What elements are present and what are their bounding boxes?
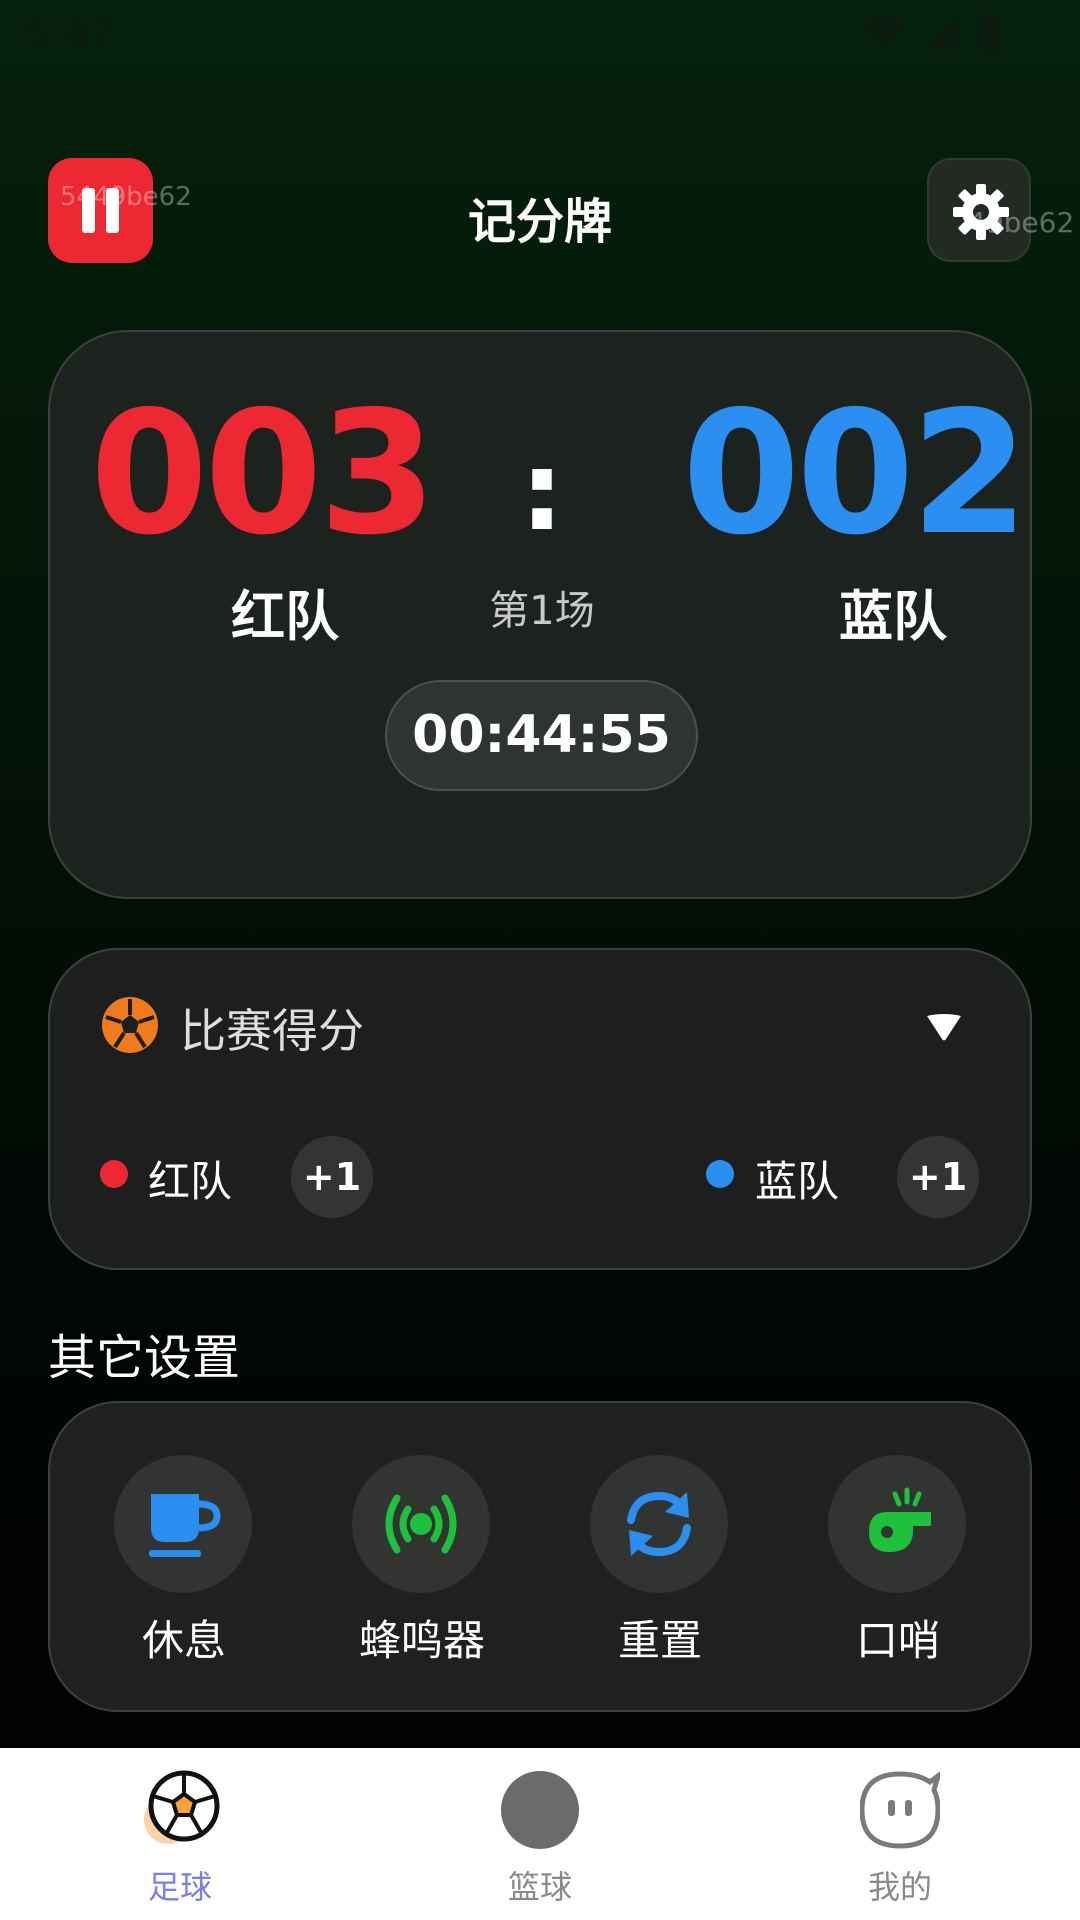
wifi-icon <box>864 17 904 49</box>
debug-overlay-right: 49be62 <box>968 206 1075 239</box>
battery-icon <box>979 14 999 51</box>
bottom-nav: 足球 篮球 我的 <box>0 1748 1080 1920</box>
coffee-cup-icon <box>149 1494 221 1557</box>
match-points-card: 比赛得分 红队 +1 蓝队 +1 <box>48 948 1032 1270</box>
points-red-team-label: 红队 <box>148 1157 233 1206</box>
signal-icon <box>926 17 958 49</box>
basketball-icon <box>501 1771 579 1849</box>
buzzer-label: 蜂鸣器 <box>358 1616 485 1665</box>
reset-label: 重置 <box>617 1616 702 1665</box>
reset-icon-circle <box>590 1455 728 1593</box>
points-blue-team-label: 蓝队 <box>755 1157 840 1206</box>
status-time: 5:47 <box>25 12 115 58</box>
nav-item-mine[interactable]: 我的 <box>790 1748 1010 1920</box>
broadcast-icon <box>385 1494 457 1554</box>
profile-face-icon <box>860 1771 940 1849</box>
soccer-ball-icon <box>102 997 158 1053</box>
nav-label-football: 足球 <box>147 1868 212 1906</box>
soccer-ball-icon <box>144 1770 220 1844</box>
status-bar: 5:47 <box>0 0 1080 72</box>
rest-button[interactable]: 休息 <box>84 1455 284 1675</box>
blue-plus-one-button[interactable]: +1 <box>897 1136 979 1218</box>
match-points-title: 比赛得分 <box>180 1004 364 1058</box>
red-team-dot <box>100 1160 128 1188</box>
blue-team-name[interactable]: 蓝队 <box>743 572 1043 651</box>
red-plus-one-button[interactable]: +1 <box>291 1136 373 1218</box>
other-settings-card: 休息 蜂鸣器 重置 口哨 <box>48 1401 1032 1712</box>
buzzer-icon-circle <box>352 1455 490 1593</box>
blue-team-dot <box>706 1160 734 1188</box>
nav-label-basketball: 篮球 <box>507 1868 572 1906</box>
buzzer-button[interactable]: 蜂鸣器 <box>322 1455 522 1675</box>
match-timer[interactable]: 00:44:55 <box>385 680 698 791</box>
nav-item-football[interactable]: 足球 <box>70 1748 290 1920</box>
other-settings-title: 其它设置 <box>48 1330 241 1386</box>
page-title: 记分牌 <box>467 194 612 250</box>
rest-label: 休息 <box>141 1616 226 1665</box>
rest-icon-circle <box>114 1455 252 1593</box>
whistle-icon-circle <box>828 1455 966 1593</box>
chevron-down-icon[interactable] <box>924 1012 964 1042</box>
whistle-label: 口哨 <box>855 1616 940 1665</box>
reset-button[interactable]: 重置 <box>560 1455 760 1675</box>
nav-item-basketball[interactable]: 篮球 <box>430 1748 650 1920</box>
refresh-icon <box>627 1491 691 1557</box>
nav-label-mine: 我的 <box>867 1868 932 1906</box>
whistle-button[interactable]: 口哨 <box>798 1455 998 1675</box>
status-icons <box>862 14 1000 52</box>
scoreboard-card: 003 : 002 红队 第1场 蓝队 00:44:55 <box>48 330 1032 899</box>
whistle-icon <box>869 1487 931 1552</box>
blue-team-score[interactable]: 002 <box>682 374 1029 574</box>
